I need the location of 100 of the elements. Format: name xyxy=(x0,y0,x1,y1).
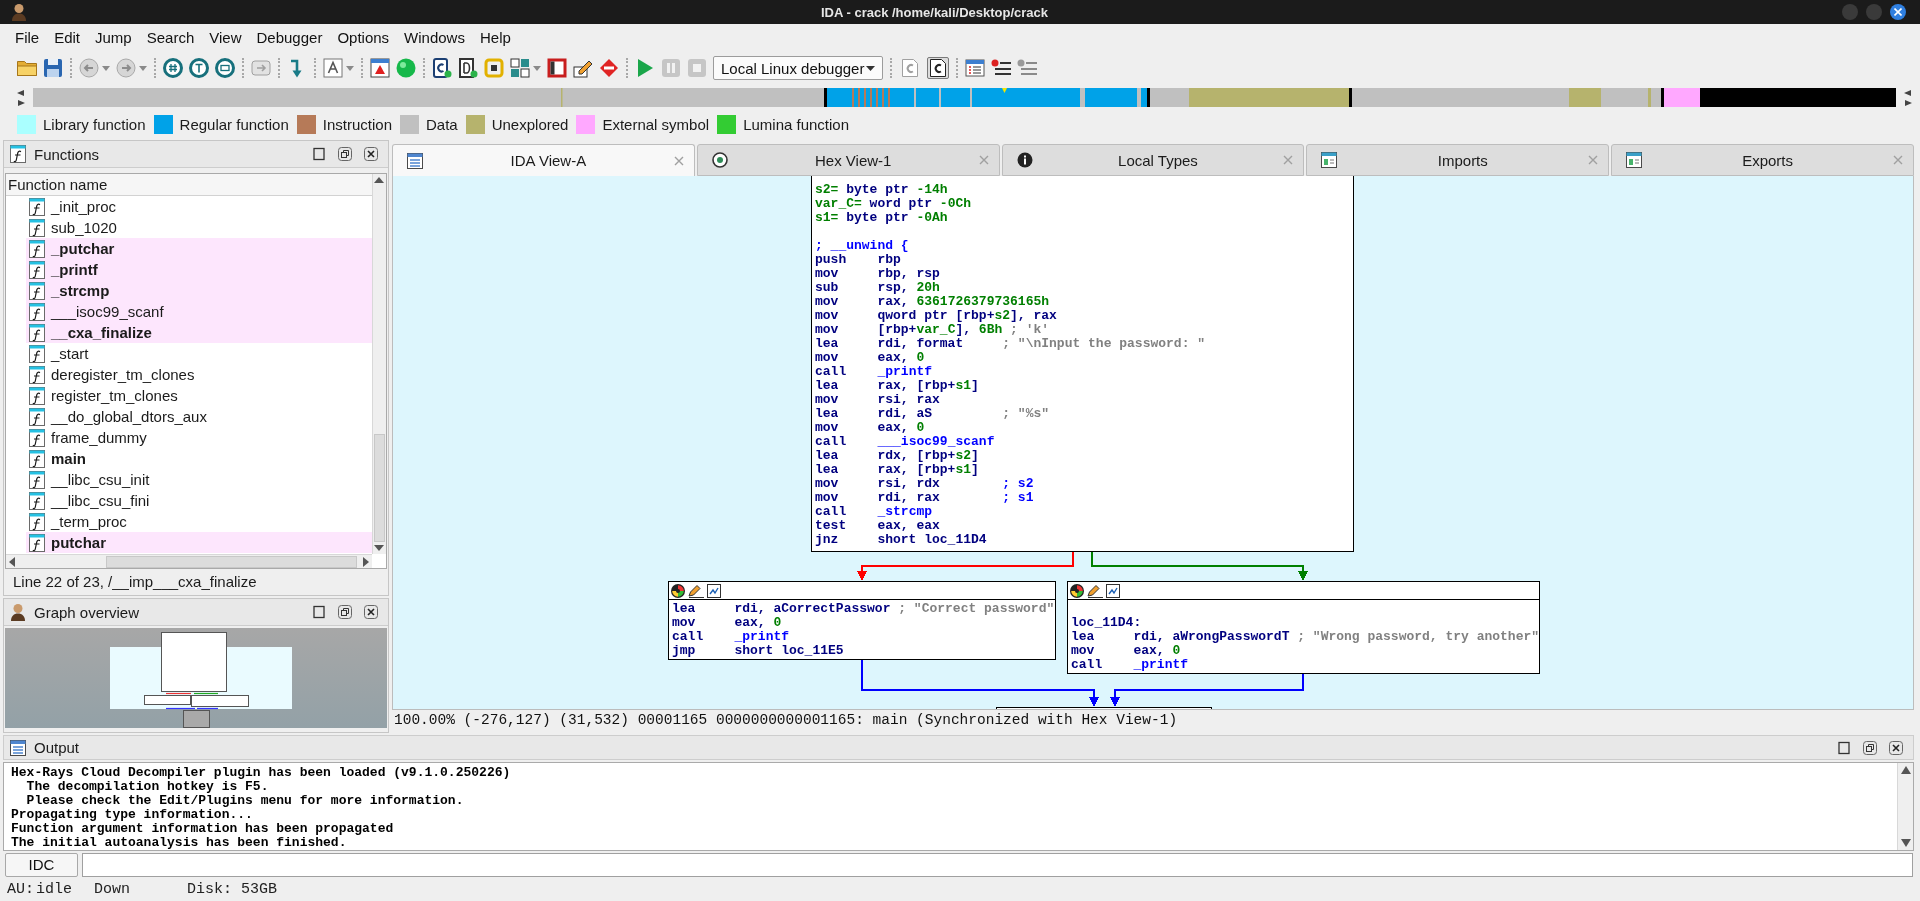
list-window-icon xyxy=(407,152,423,169)
maximize-icon[interactable] xyxy=(312,605,326,619)
function-row[interactable]: _printf xyxy=(26,259,372,280)
tab[interactable]: Exports xyxy=(1611,144,1914,176)
close-icon[interactable] xyxy=(1889,740,1903,755)
column-header[interactable]: Function name xyxy=(6,174,372,196)
box-circle-icon[interactable] xyxy=(215,58,235,78)
save-icon[interactable] xyxy=(43,58,63,78)
pencil-icon[interactable] xyxy=(688,583,704,598)
caret-icon[interactable] xyxy=(533,65,541,71)
function-row[interactable]: main xyxy=(26,448,372,469)
maximize-icon[interactable] xyxy=(1837,740,1851,755)
navigation-band[interactable] xyxy=(33,88,1896,107)
close-button[interactable] xyxy=(1890,4,1906,20)
function-row[interactable]: deregister_tm_clones xyxy=(26,364,372,385)
function-row[interactable]: _putchar xyxy=(26,238,372,259)
menu-item[interactable]: Jump xyxy=(95,27,132,48)
function-row[interactable]: _strcmp xyxy=(26,280,372,301)
palette-icon[interactable] xyxy=(1070,583,1084,598)
scroll-arrows-icon[interactable] xyxy=(1904,89,1912,106)
menu-item[interactable]: Options xyxy=(337,27,390,48)
line-info: Line 22 of 23, /__imp___cxa_finalize xyxy=(13,572,257,590)
restore-icon[interactable] xyxy=(338,147,352,161)
tab[interactable]: Imports xyxy=(1306,144,1610,176)
palette-icon[interactable] xyxy=(671,583,685,598)
menu-item[interactable]: File xyxy=(15,27,40,48)
no-entry-icon[interactable] xyxy=(599,58,619,78)
function-row[interactable]: __libc_csu_fini xyxy=(26,490,372,511)
function-row[interactable]: __libc_csu_init xyxy=(26,469,372,490)
scrollbar[interactable] xyxy=(372,174,386,554)
c-file-icon[interactable] xyxy=(432,58,452,78)
pencil-icon[interactable] xyxy=(1087,583,1103,598)
scroll-down-icon[interactable] xyxy=(1900,839,1911,847)
function-row[interactable]: ___isoc99_scanf xyxy=(26,301,372,322)
function-name: _start xyxy=(51,345,89,362)
breakpoint-list-icon[interactable] xyxy=(991,58,1011,78)
interpreter-button[interactable]: IDC xyxy=(5,852,78,877)
play-icon[interactable] xyxy=(635,58,655,78)
toggle-button[interactable] xyxy=(899,57,921,79)
grid-icon[interactable] xyxy=(510,58,530,78)
function-row[interactable]: __cxa_finalize xyxy=(26,322,372,343)
function-row[interactable]: _term_proc xyxy=(26,511,372,532)
menu-item[interactable]: Debugger xyxy=(256,27,323,48)
function-icon xyxy=(29,386,45,405)
menu-item[interactable]: Windows xyxy=(404,27,465,48)
t-circle-icon[interactable] xyxy=(189,58,209,78)
menu-item[interactable]: View xyxy=(209,27,242,48)
letter-box-icon[interactable] xyxy=(323,58,343,78)
folder-icon[interactable] xyxy=(17,58,37,78)
scrollbar-thumb[interactable] xyxy=(106,555,357,568)
graph-node[interactable] xyxy=(811,176,1354,552)
function-name: __do_global_dtors_aux xyxy=(51,408,207,425)
scroll-arrows-icon[interactable] xyxy=(17,89,25,106)
menu-item[interactable]: Help xyxy=(479,27,511,48)
info-icon xyxy=(1016,152,1033,168)
function-row[interactable]: sub_1020 xyxy=(26,217,372,238)
tab[interactable]: Hex View-1 xyxy=(696,144,1000,176)
graph-icon[interactable] xyxy=(707,583,721,598)
legend-label: Library function xyxy=(43,115,146,133)
warning-window-icon[interactable] xyxy=(370,58,390,78)
code-line: lea rdx, [rbp+s2] xyxy=(815,449,980,463)
square-frame-icon[interactable] xyxy=(484,58,504,78)
frame-icon[interactable] xyxy=(547,58,567,78)
scrollbar[interactable] xyxy=(6,554,372,568)
graph-node[interactable]: lea rdi, aCorrectPasswor ; "Correct password" mov eax, 0 call _printf jmp short loc_11E5 xyxy=(668,581,1056,660)
scrollbar[interactable] xyxy=(1897,763,1913,850)
dot-list-icon[interactable] xyxy=(1017,58,1037,78)
close-icon[interactable] xyxy=(364,147,378,161)
pencil-icon[interactable] xyxy=(573,58,593,78)
function-name: deregister_tm_clones xyxy=(51,366,195,383)
close-icon[interactable] xyxy=(364,605,378,619)
menu-item[interactable]: Search xyxy=(146,27,195,48)
function-row[interactable]: frame_dummy xyxy=(26,427,372,448)
function-row[interactable]: putchar xyxy=(26,532,372,553)
graph-node[interactable]: loc_11D4: lea rdi, aWrongPasswordT ; "Wrong password, try another" mov eax, 0 call _printf xyxy=(1067,581,1540,674)
restore-icon[interactable] xyxy=(338,605,352,619)
debugger-select[interactable]: Local Linux debugger xyxy=(713,56,883,80)
tab[interactable]: Local Types xyxy=(1001,144,1305,176)
caret-icon[interactable] xyxy=(346,65,354,71)
graph-icon[interactable] xyxy=(1106,583,1120,598)
maximize-icon[interactable] xyxy=(312,147,326,161)
toggle-button[interactable] xyxy=(927,57,949,79)
caret-icon[interactable] xyxy=(102,65,110,71)
function-row[interactable]: _init_proc xyxy=(26,196,372,217)
menu-item[interactable]: Edit xyxy=(54,27,81,48)
command-input[interactable] xyxy=(82,852,1913,877)
function-row[interactable]: __do_global_dtors_aux xyxy=(26,406,372,427)
function-row[interactable]: _start xyxy=(26,343,372,364)
tab[interactable]: IDA View-A xyxy=(392,144,695,176)
graph-overview-canvas[interactable] xyxy=(5,628,387,728)
hash-circle-icon[interactable] xyxy=(163,58,183,78)
graph-canvas[interactable] xyxy=(392,176,1914,710)
function-name: __libc_csu_init xyxy=(51,471,150,488)
list-window-icon[interactable] xyxy=(965,58,985,78)
restore-icon[interactable] xyxy=(1863,740,1877,755)
scroll-up-icon[interactable] xyxy=(1900,766,1911,774)
caret-icon[interactable] xyxy=(139,65,147,71)
d-file-icon[interactable] xyxy=(458,58,478,78)
scrollbar-thumb[interactable] xyxy=(374,434,385,542)
function-row[interactable]: register_tm_clones xyxy=(26,385,372,406)
